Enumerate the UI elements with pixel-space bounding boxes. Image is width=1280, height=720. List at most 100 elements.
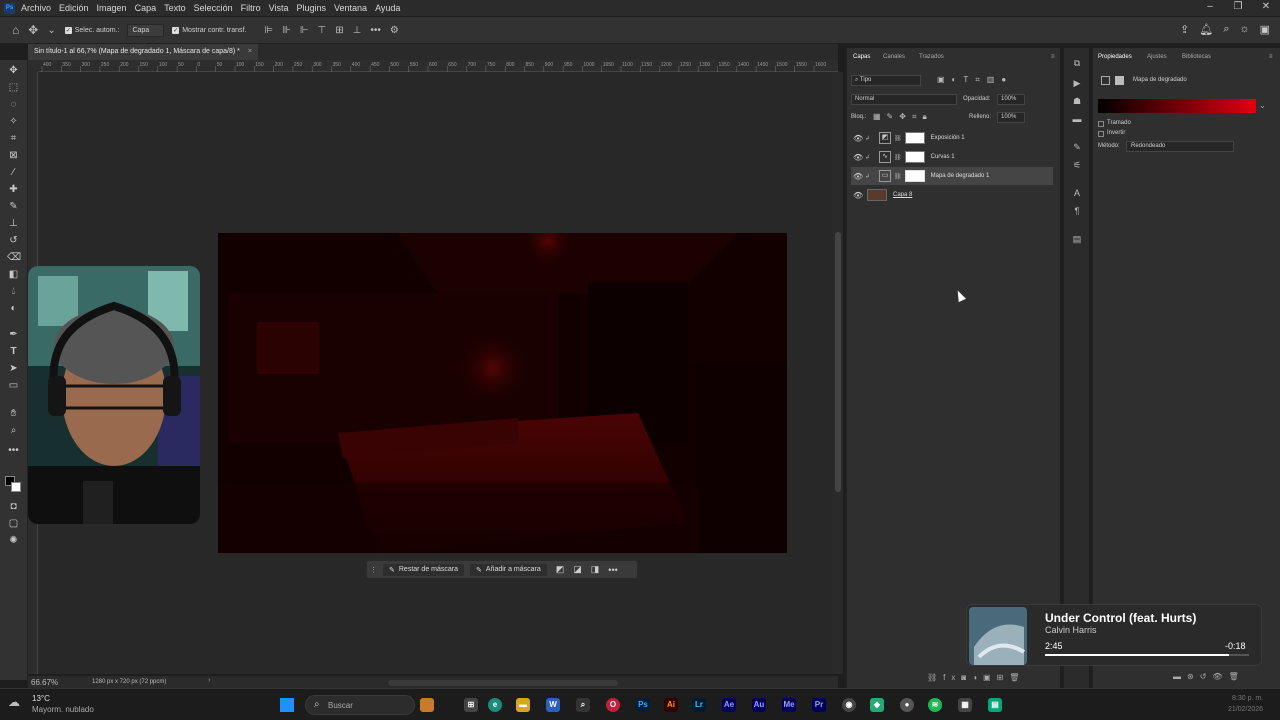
- close-tab-icon[interactable]: ×: [248, 48, 252, 55]
- menu-imagen[interactable]: Imagen: [97, 3, 127, 13]
- layer-row-curvas[interactable]: 👁︎ ↲ ∿ ⛓ Curvas 1: [851, 148, 1053, 166]
- background-color-swatch[interactable]: [11, 482, 21, 492]
- gear-icon[interactable]: ⚙: [390, 25, 399, 36]
- actions-play-icon[interactable]: ▶: [1071, 78, 1083, 90]
- link-icon[interactable]: ⛓: [894, 173, 902, 180]
- crop-tool-icon[interactable]: ⌗: [7, 132, 20, 145]
- quick-mask-icon[interactable]: ◘: [7, 500, 20, 513]
- clock-time[interactable]: 8:30 p. m.: [1232, 695, 1263, 702]
- pen-tool-icon[interactable]: ✒: [7, 328, 20, 341]
- eye-icon[interactable]: 👁︎: [853, 153, 865, 162]
- tab-bibliotecas[interactable]: Bibliotecas: [1182, 54, 1211, 60]
- stamp-tool-icon[interactable]: ⊥: [7, 217, 20, 230]
- history-brush-tool-icon[interactable]: ↺: [7, 234, 20, 247]
- obs-icon[interactable]: ●: [900, 698, 914, 712]
- edge-icon[interactable]: e: [488, 698, 502, 712]
- mask-fill-icon[interactable]: ◨: [591, 564, 600, 575]
- chevron-down-icon[interactable]: ⌄: [47, 25, 55, 36]
- layer-filter-dropdown[interactable]: ⌕ Tipo: [851, 75, 921, 86]
- more-tools-icon[interactable]: •••: [7, 444, 20, 457]
- chevron-down-icon[interactable]: ⌄: [1259, 101, 1266, 110]
- close-icon[interactable]: ✕: [1252, 0, 1280, 16]
- eraser-tool-icon[interactable]: ⌫: [7, 251, 21, 264]
- media-encoder-icon[interactable]: Me: [782, 698, 796, 712]
- zoom-level[interactable]: 66.67%: [31, 678, 58, 687]
- auto-select-dropdown[interactable]: Capa: [127, 23, 165, 37]
- illustrator-icon[interactable]: Ai: [664, 698, 678, 712]
- invert-checkbox[interactable]: [1098, 131, 1104, 137]
- vertical-scrollbar[interactable]: [833, 72, 843, 674]
- search-app-icon[interactable]: ⌕: [576, 698, 590, 712]
- lightroom-icon[interactable]: Lr: [692, 698, 706, 712]
- method-dropdown[interactable]: Redondeado: [1126, 141, 1234, 152]
- eye-icon[interactable]: 👁︎: [853, 172, 865, 181]
- type-tool-icon[interactable]: T: [7, 345, 20, 358]
- minimize-icon[interactable]: –: [1196, 0, 1224, 16]
- comments-icon[interactable]: ▬: [1071, 114, 1083, 126]
- bulb-icon[interactable]: ☼: [1240, 23, 1250, 36]
- menu-edicion[interactable]: Edición: [59, 3, 89, 13]
- show-transform-checkbox[interactable]: ✓ Mostrar contr. transf.: [172, 26, 246, 34]
- align-middle-icon[interactable]: ⊞: [335, 25, 343, 36]
- tab-canales[interactable]: Canales: [883, 54, 905, 60]
- marquee-tool-icon[interactable]: ⬚: [7, 81, 20, 94]
- menu-vista[interactable]: Vista: [269, 3, 289, 13]
- search-icon[interactable]: ⌕: [1223, 23, 1229, 36]
- history-icon[interactable]: ⧉: [1071, 58, 1083, 70]
- clock-date[interactable]: 21/02/2026: [1228, 706, 1263, 713]
- move-tool-icon[interactable]: ✥: [7, 64, 20, 77]
- lock-icons[interactable]: ▦✎✥⌗🔒︎: [873, 112, 933, 122]
- panel-menu-icon[interactable]: ≡: [1051, 54, 1055, 60]
- tab-capas[interactable]: Capas: [853, 54, 870, 60]
- layer-row-capa-8[interactable]: 👁︎ Capa 8: [851, 186, 1053, 204]
- layer-row-mapa-degradado[interactable]: 👁︎ ↲ ▭ ⛓ Mapa de degradado 1: [851, 167, 1053, 185]
- align-left-icon[interactable]: ⊫: [264, 25, 273, 36]
- align-bottom-icon[interactable]: ⊥: [353, 25, 362, 36]
- dodge-tool-icon[interactable]: ◐: [7, 302, 20, 315]
- brush-settings-icon[interactable]: ✎: [1071, 142, 1083, 154]
- menu-archivo[interactable]: Archivo: [21, 3, 51, 13]
- plugins-icon[interactable]: ☗: [1071, 96, 1083, 108]
- opacity-input[interactable]: 100%: [997, 94, 1025, 105]
- more-options-icon[interactable]: •••: [608, 565, 617, 575]
- spotify-icon[interactable]: ≋: [928, 698, 942, 712]
- workspace-icon[interactable]: ▣: [1260, 23, 1270, 36]
- taskbar-search-box[interactable]: ⌕ Buscar: [305, 695, 415, 715]
- eye-icon[interactable]: 👁︎: [853, 134, 865, 143]
- blend-mode-dropdown[interactable]: Normal: [851, 94, 957, 105]
- premiere-icon[interactable]: Pr: [812, 698, 826, 712]
- align-right-icon[interactable]: ⊩: [300, 25, 309, 36]
- document-tab[interactable]: Sin título-1 al 66,7% (Mapa de degradado…: [28, 44, 258, 60]
- tab-trazados[interactable]: Trazados: [919, 54, 944, 60]
- file-explorer-icon[interactable]: ▬: [516, 698, 530, 712]
- hand-tool-icon[interactable]: ✋︎: [7, 407, 20, 420]
- opera-icon[interactable]: O: [606, 698, 620, 712]
- adjustments-sliders-icon[interactable]: ⚟: [1071, 160, 1083, 172]
- menu-plugins[interactable]: Plugins: [297, 3, 327, 13]
- bell-icon[interactable]: 🔔︎: [1199, 23, 1213, 36]
- dither-checkbox[interactable]: [1098, 121, 1104, 127]
- blur-tool-icon[interactable]: 💧︎: [7, 285, 20, 298]
- brush-tool-icon[interactable]: ✎: [7, 200, 20, 213]
- object-select-tool-icon[interactable]: ✧: [7, 115, 20, 128]
- app-icon[interactable]: ▦: [958, 698, 972, 712]
- link-icon[interactable]: ⛓: [894, 154, 902, 161]
- restore-icon[interactable]: ❐: [1224, 0, 1252, 16]
- app-icon[interactable]: ▤: [988, 698, 1002, 712]
- progress-track[interactable]: [1045, 654, 1249, 656]
- photoshop-icon[interactable]: Ps: [636, 698, 650, 712]
- mask-feather-icon[interactable]: ◪: [573, 564, 582, 575]
- healing-tool-icon[interactable]: ✚: [7, 183, 20, 196]
- add-to-mask-button[interactable]: ✎ Añadir a máscara: [470, 563, 547, 576]
- windows-start-icon[interactable]: [280, 698, 294, 712]
- menu-ventana[interactable]: Ventana: [334, 3, 367, 13]
- frame-tool-icon[interactable]: ⊠: [7, 149, 20, 162]
- lasso-tool-icon[interactable]: ◌: [7, 98, 20, 111]
- mask-icon[interactable]: [1115, 76, 1124, 85]
- move-tool-icon[interactable]: ✥: [28, 23, 38, 37]
- more-options-icon[interactable]: •••: [370, 25, 381, 36]
- resolve-icon[interactable]: ◉: [842, 698, 856, 712]
- layer-mask-thumbnail[interactable]: [904, 170, 925, 182]
- scroll-thumb[interactable]: [835, 232, 841, 492]
- drag-handle-icon[interactable]: ⋮: [370, 566, 377, 574]
